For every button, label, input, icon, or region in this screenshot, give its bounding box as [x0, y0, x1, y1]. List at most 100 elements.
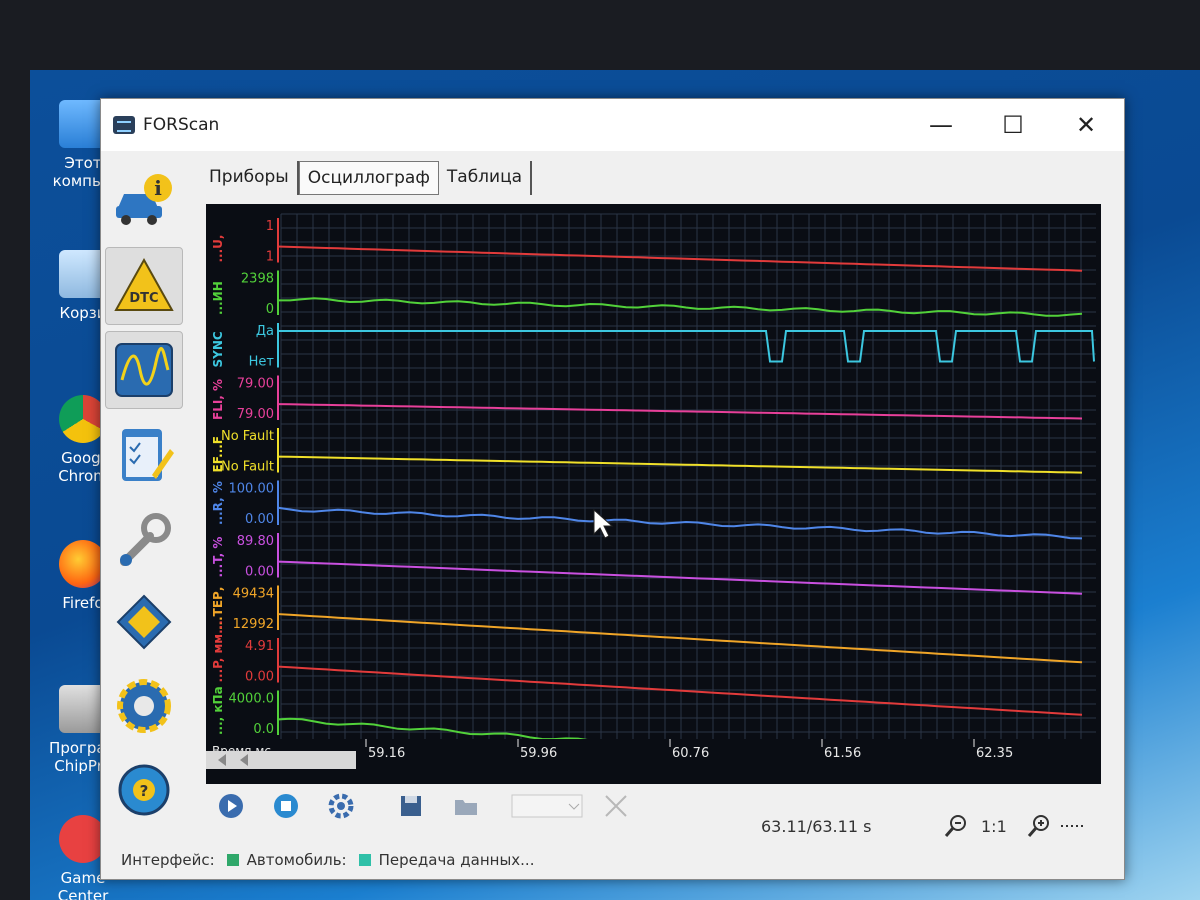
stop-icon: [274, 794, 298, 818]
zoom-ratio: 1:1: [981, 817, 1007, 836]
channel-max-value: 89.80: [237, 534, 274, 549]
channel-min-value: 79.00: [237, 407, 274, 422]
dropdown-icon: [511, 794, 583, 818]
forscan-logo-icon: [113, 116, 135, 134]
vehicle-label: Автомобиль:: [246, 851, 347, 869]
channel-name: ..., кПа: [211, 686, 225, 735]
settings-gear-icon: [328, 793, 354, 819]
window-title: FORScan: [143, 115, 220, 135]
zoom-in-button[interactable]: [1024, 811, 1054, 841]
maximize-button[interactable]: ☐: [983, 107, 1043, 143]
oscilloscope-panel[interactable]: ...U, 1 1 ...ИН 2398 0 SYNC Да Нет FLI, % 79.00 79.…: [206, 204, 1101, 784]
gear-icon: [117, 679, 171, 733]
channel-trace: [278, 330, 1095, 363]
interface-label: Интерфейс:: [121, 851, 215, 869]
help-wheel-icon: ?: [118, 764, 170, 816]
tab-oscilloscope[interactable]: Осциллограф: [298, 161, 439, 195]
toolbar: 63.11/63.11 s 1:1: [206, 789, 1086, 837]
channel-trace: [277, 506, 1083, 540]
sidebar-item-config[interactable]: [105, 583, 183, 661]
time-tick-label: 62.35: [976, 746, 1013, 761]
tab-bar: Приборы Осциллограф Таблица: [201, 161, 533, 195]
time-tick-label: 59.96: [520, 746, 557, 761]
time-scrollbar[interactable]: [206, 749, 356, 771]
channel-max-value: 4.91: [245, 639, 274, 654]
dtc-warning-icon: DTC: [114, 257, 174, 311]
clear-button[interactable]: [601, 791, 631, 821]
sidebar-item-oscilloscope[interactable]: [105, 331, 183, 409]
chip-icon: [116, 594, 172, 650]
wrench-icon: [120, 513, 171, 566]
channel-trace: [277, 455, 1083, 474]
save-button[interactable]: [396, 791, 426, 821]
status-bar: Интерфейс: Автомобиль: Передача данных..…: [121, 851, 534, 869]
channel-min-value: 0: [266, 302, 274, 317]
tab-table[interactable]: Таблица: [439, 161, 533, 195]
channel-max-value: 4000.0: [229, 692, 275, 707]
channel-name: FLI, %: [211, 379, 225, 420]
svg-text:?: ?: [140, 782, 149, 800]
channel-min-value: 12992: [233, 617, 274, 632]
svg-text:DTC: DTC: [129, 291, 158, 306]
thin-line-button[interactable]: [1058, 811, 1088, 841]
close-button[interactable]: ✕: [1056, 107, 1116, 143]
channel-max-value: 100.00: [229, 482, 275, 497]
channel-name: ...ИН: [211, 281, 225, 315]
line-dotted-icon: [1061, 825, 1085, 827]
waveform-icon: [115, 343, 173, 397]
folder-icon: [455, 800, 477, 815]
channel-min-value: 0.00: [245, 565, 274, 580]
channel-max-value: 79.00: [237, 377, 274, 392]
channel-min-value: Нет: [249, 355, 275, 370]
clear-x-icon: [605, 795, 627, 817]
channel-trace: [277, 613, 1083, 664]
oscilloscope-graph[interactable]: ...U, 1 1 ...ИН 2398 0 SYNC Да Нет FLI, % 79.00 79.…: [206, 204, 1101, 784]
channel-max-value: 1: [266, 219, 274, 234]
channel-trace: [277, 245, 1083, 272]
channel-max-value: 2398: [241, 272, 274, 287]
interface-status-icon: [226, 854, 239, 866]
channel-trace: [277, 403, 1083, 420]
time-tick-label: 59.16: [368, 746, 405, 761]
channel-min-value: 1: [266, 250, 274, 265]
time-tick-label: 61.56: [824, 746, 861, 761]
play-icon: [219, 794, 243, 818]
channel-name: ...R, %: [211, 481, 225, 525]
channel-max-value: No Fault: [221, 429, 274, 444]
sidebar-item-settings[interactable]: [105, 667, 183, 745]
channel-max-value: Да: [256, 324, 274, 339]
zoom-out-icon: [944, 815, 966, 837]
title-bar[interactable]: FORScan — ☐ ✕: [101, 99, 1124, 151]
channel-trace: [277, 297, 1083, 317]
channel-min-value: 0.00: [245, 512, 274, 527]
sidebar-item-info[interactable]: i: [105, 159, 183, 237]
zoom-out-button[interactable]: [941, 811, 971, 841]
channel-name: SYNC: [211, 331, 225, 367]
open-button[interactable]: [451, 791, 481, 821]
time-tick-label: 60.76: [672, 746, 709, 761]
sidebar-item-help[interactable]: ?: [105, 751, 183, 829]
channel-select[interactable]: [511, 791, 583, 821]
sidebar-item-dtc[interactable]: DTC: [105, 247, 183, 325]
time-readout: 63.11/63.11 s: [761, 817, 872, 836]
channel-name: ...U,: [211, 235, 225, 263]
save-icon: [401, 796, 421, 816]
sidebar-item-service[interactable]: [105, 501, 183, 579]
forscan-window: FORScan — ☐ ✕ i DTC ? Приборы Осциллогра…: [100, 98, 1125, 880]
tab-instruments[interactable]: Приборы: [201, 161, 299, 195]
channel-name: ...P, мм...: [211, 620, 225, 682]
channel-trace: [277, 665, 1083, 716]
minimize-button[interactable]: —: [911, 107, 971, 143]
svg-text:i: i: [154, 176, 162, 200]
channel-min-value: 0.00: [245, 670, 274, 685]
channel-max-value: 49434: [233, 587, 274, 602]
play-button[interactable]: [216, 791, 246, 821]
vehicle-status-icon: [358, 854, 371, 866]
stop-button[interactable]: [271, 791, 301, 821]
channel-min-value: 0.0: [253, 722, 274, 737]
channel-min-value: No Fault: [221, 460, 274, 475]
mouse-cursor-icon: [593, 508, 614, 539]
settings-button[interactable]: [326, 791, 356, 821]
sidebar-item-tests[interactable]: [105, 416, 183, 494]
checklist-icon: [122, 429, 174, 481]
